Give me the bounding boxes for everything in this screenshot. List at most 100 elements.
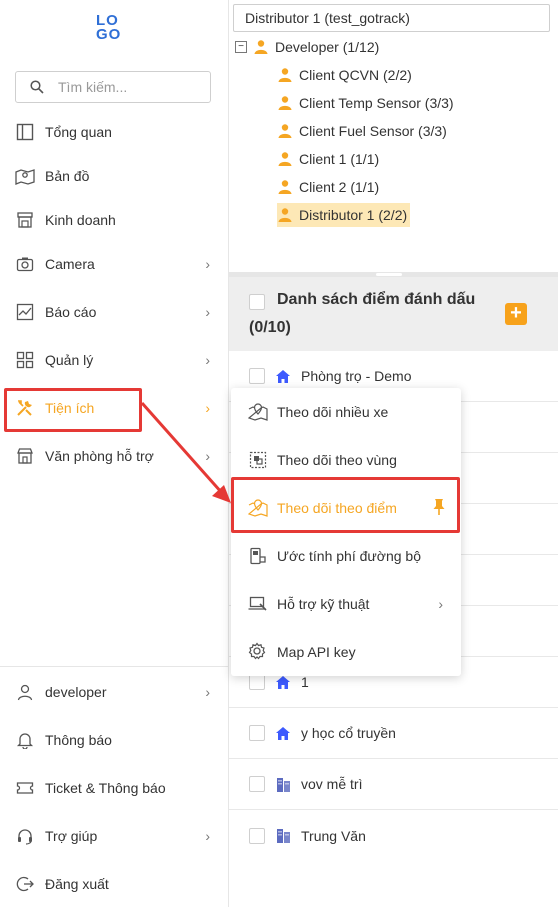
nav-item-manage[interactable]: Quản lý › — [0, 338, 228, 382]
person-icon — [254, 40, 268, 54]
building-icon — [275, 828, 291, 844]
nav-item-overview[interactable]: Tổng quan — [0, 110, 228, 154]
map-icon — [15, 166, 35, 186]
nav-item-label: Tổng quan — [45, 124, 112, 140]
logout-icon — [15, 874, 35, 894]
menu-item-track-multiple[interactable]: Theo dõi nhiều xe — [231, 388, 461, 436]
nav-item-label: Camera — [45, 256, 95, 272]
list-title: Danh sách điểm đánh dấu — [277, 291, 476, 308]
nav-item-report[interactable]: Báo cáo › — [0, 290, 228, 334]
highlight-box-utilities — [4, 388, 142, 432]
store-icon — [15, 210, 35, 230]
menu-item-label: Ước tính phí đường bộ — [277, 548, 421, 564]
tree-node-label: Distributor 1 (2/2) — [299, 207, 408, 223]
menu-item-label: Hỗ trợ kỹ thuật — [277, 596, 370, 612]
menu-item-label: Theo dõi nhiều xe — [277, 404, 389, 420]
row-checkbox[interactable] — [249, 827, 265, 844]
tree-node-child[interactable]: Client 1 (1/1) — [277, 147, 379, 171]
tree-node-label: Client 1 (1/1) — [299, 151, 380, 167]
collapse-toggle-icon[interactable]: − — [235, 41, 247, 53]
zone-icon — [248, 450, 268, 470]
search-input[interactable] — [58, 79, 198, 95]
api-gear-icon — [248, 642, 268, 662]
list-item[interactable]: Trung Văn — [229, 810, 558, 861]
list-header: Danh sách điểm đánh dấu (0/10) + — [229, 277, 558, 351]
list-item[interactable]: y học cổ truyền — [229, 708, 558, 759]
nav-item-business[interactable]: Kinh doanh — [0, 198, 228, 242]
toll-icon — [248, 546, 268, 566]
menu-item-road-fee[interactable]: Ước tính phí đường bộ — [231, 532, 461, 580]
chevron-right-icon: › — [205, 304, 210, 320]
nav-item-label: Thông báo — [45, 732, 112, 748]
nav-item-help[interactable]: Trợ giúp › — [0, 814, 228, 858]
distributor-select[interactable]: Distributor 1 (test_gotrack) — [233, 4, 550, 32]
nav-item-label: Đăng xuất — [45, 876, 109, 892]
nav-item-logout[interactable]: Đăng xuất — [0, 862, 228, 906]
row-checkbox[interactable] — [249, 725, 265, 741]
chart-icon — [15, 302, 35, 322]
tree-node-label: Client QCVN (2/2) — [299, 67, 412, 83]
logo[interactable]: LO GO — [96, 13, 130, 46]
add-marker-button[interactable]: + — [505, 303, 527, 325]
chevron-right-icon: › — [438, 596, 443, 612]
search-box[interactable] — [15, 71, 211, 103]
nav-item-map[interactable]: Bản đồ — [0, 154, 228, 198]
nav-item-label: Văn phòng hỗ trợ — [45, 448, 154, 464]
tree-node-child[interactable]: Client Fuel Sensor (3/3) — [277, 119, 447, 143]
chevron-right-icon: › — [205, 684, 210, 700]
nav-item-ticket[interactable]: Ticket & Thông báo — [0, 766, 228, 810]
nav-item-label: Bản đồ — [45, 168, 90, 184]
tree-node-selected[interactable]: Distributor 1 (2/2) — [277, 203, 411, 227]
nav-item-notifications[interactable]: Thông báo — [0, 718, 228, 762]
list-item[interactable]: vov mễ trì — [229, 759, 558, 810]
person-icon — [278, 96, 292, 110]
nav-item-camera[interactable]: Camera › — [0, 242, 228, 286]
user-icon — [15, 682, 35, 702]
tree-node-label: Client Temp Sensor (3/3) — [299, 95, 454, 111]
list-count: (0/10) — [249, 319, 291, 336]
nav-item-user[interactable]: developer › — [0, 670, 228, 714]
nav-item-label: Ticket & Thông báo — [45, 780, 166, 796]
tree-node-label: Developer (1/12) — [275, 39, 380, 55]
tree-node-child[interactable]: Client QCVN (2/2) — [277, 63, 412, 87]
map-pin-icon — [248, 402, 268, 422]
nav-item-label: Kinh doanh — [45, 212, 116, 228]
menu-item-label: Map API key — [277, 644, 356, 660]
chevron-right-icon: › — [205, 448, 210, 464]
select-all-checkbox[interactable] — [249, 294, 265, 310]
menu-item-map-api-key[interactable]: Map API key — [231, 628, 461, 676]
search-icon — [30, 80, 44, 94]
home-icon — [275, 674, 291, 690]
menu-item-tech-support[interactable]: Hỗ trợ kỹ thuật › — [231, 580, 461, 628]
tree-node-child[interactable]: Client Temp Sensor (3/3) — [277, 91, 454, 115]
home-icon — [275, 725, 291, 741]
chevron-right-icon: › — [205, 256, 210, 272]
row-checkbox[interactable] — [249, 776, 265, 792]
home-icon — [275, 368, 291, 384]
menu-item-label: Theo dõi theo vùng — [277, 452, 397, 468]
tree-node-label: Client 2 (1/1) — [299, 179, 380, 195]
dashboard-icon — [15, 122, 35, 142]
nav-item-label: developer — [45, 684, 107, 700]
list-item-label: 1 — [301, 674, 309, 690]
list-item-label: Phòng trọ - Demo — [301, 368, 412, 384]
chevron-right-icon: › — [205, 400, 210, 416]
sidebar: LO GO Tổng quan Bản đồ Kinh doanh Camera… — [0, 0, 229, 907]
divider — [0, 666, 228, 667]
person-icon — [278, 124, 292, 138]
laptop-tool-icon — [248, 594, 268, 614]
logo-line-2: GO — [96, 26, 122, 43]
nav-item-label: Báo cáo — [45, 304, 97, 320]
row-checkbox[interactable] — [249, 368, 265, 384]
person-icon — [278, 208, 292, 222]
row-checkbox[interactable] — [249, 674, 265, 690]
tree-node-child[interactable]: Client 2 (1/1) — [277, 175, 379, 199]
list-item-label: y học cổ truyền — [301, 725, 396, 741]
person-icon — [278, 152, 292, 166]
chevron-right-icon: › — [205, 352, 210, 368]
shop-icon — [15, 446, 35, 466]
nav-item-support-office[interactable]: Văn phòng hỗ trợ › — [0, 434, 228, 478]
tree-node-root[interactable]: − Developer (1/12) — [235, 35, 379, 59]
ticket-icon — [15, 778, 35, 798]
list-item-label: Trung Văn — [301, 827, 366, 844]
